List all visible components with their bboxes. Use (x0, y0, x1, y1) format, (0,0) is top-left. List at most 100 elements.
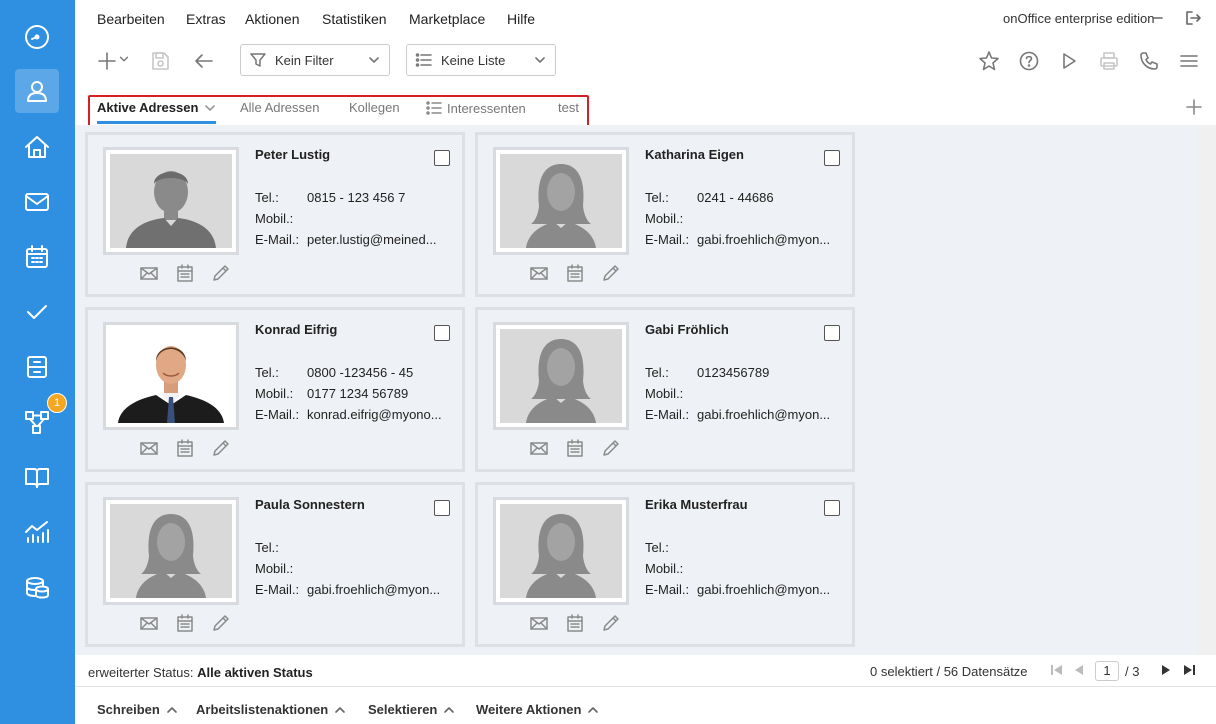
tel-value[interactable]: 0123456789 (697, 365, 837, 380)
mail-icon[interactable] (137, 611, 161, 635)
first-page-icon[interactable] (1050, 663, 1066, 679)
star-icon[interactable] (976, 48, 1002, 74)
contact-name[interactable]: Peter Lustig (255, 147, 330, 162)
tel-value[interactable]: 0241 - 44686 (697, 190, 837, 205)
select-checkbox[interactable] (824, 325, 840, 341)
select-checkbox[interactable] (824, 150, 840, 166)
mail-icon[interactable] (137, 261, 161, 285)
edit-icon[interactable] (209, 611, 233, 635)
filter-dropdown[interactable]: Kein Filter (240, 44, 390, 76)
mail-icon[interactable] (527, 261, 551, 285)
contact-name[interactable]: Katharina Eigen (645, 147, 744, 162)
edit-icon[interactable] (599, 261, 623, 285)
minimize-icon[interactable] (1148, 8, 1168, 28)
tab-alle-adressen[interactable]: Alle Adressen (240, 100, 320, 115)
list-value: Keine Liste (441, 52, 506, 68)
mail-icon[interactable] (527, 611, 551, 635)
email-value[interactable]: gabi.froehlich@myon... (697, 407, 837, 422)
mail-icon[interactable] (137, 436, 161, 460)
address-card[interactable]: Konrad Eifrig Tel.: 0800 -123456 - 45 Mob… (85, 307, 465, 472)
logout-icon[interactable] (1183, 8, 1203, 28)
properties-icon[interactable] (15, 125, 59, 169)
calendar-icon[interactable] (15, 235, 59, 279)
address-card[interactable]: Gabi Fröhlich Tel.: 0123456789 Mobil.: E-… (475, 307, 855, 472)
mobil-value[interactable]: 0177 1234 56789 (307, 386, 447, 401)
tasks-icon[interactable] (15, 290, 59, 334)
arbeitslistenaktionen-menu[interactable]: Arbeitslistenaktionen (196, 702, 346, 717)
email-value[interactable]: gabi.froehlich@myon... (697, 232, 837, 247)
menu-aktionen[interactable]: Aktionen (245, 11, 299, 27)
tab-interessenten[interactable]: Interessenten (426, 100, 526, 116)
next-page-icon[interactable] (1159, 663, 1175, 679)
hamburger-menu-icon[interactable] (1176, 48, 1202, 74)
email-value[interactable]: peter.lustig@meined... (307, 232, 447, 247)
address-card[interactable]: Erika Musterfrau Tel.: Mobil.: E-Mail.: g… (475, 482, 855, 647)
edit-icon[interactable] (209, 261, 233, 285)
photo-frame (103, 322, 239, 430)
email-value[interactable]: konrad.eifrig@myono... (307, 407, 447, 422)
tel-value[interactable]: 0815 - 123 456 7 (307, 190, 447, 205)
tab-test[interactable]: test (558, 100, 579, 115)
scrollbar[interactable] (1198, 125, 1216, 655)
edit-icon[interactable] (599, 436, 623, 460)
database-icon[interactable] (15, 565, 59, 609)
email-value[interactable]: gabi.froehlich@myon... (697, 582, 837, 597)
contact-name[interactable]: Paula Sonnestern (255, 497, 365, 512)
contact-name[interactable]: Gabi Fröhlich (645, 322, 729, 337)
menu-extras[interactable]: Extras (186, 11, 226, 27)
calendar-icon[interactable] (173, 611, 197, 635)
edit-icon[interactable] (209, 436, 233, 460)
print-icon[interactable] (1096, 48, 1122, 74)
process-icon[interactable]: 1 (15, 393, 67, 444)
last-page-icon[interactable] (1182, 663, 1198, 679)
menu-marketplace[interactable]: Marketplace (409, 11, 485, 27)
page-input[interactable]: 1 (1095, 661, 1119, 681)
contact-name[interactable]: Konrad Eifrig (255, 322, 337, 337)
calendar-icon[interactable] (173, 261, 197, 285)
mail-icon[interactable] (527, 436, 551, 460)
previous-page-icon[interactable] (1072, 663, 1088, 679)
calendar-icon[interactable] (563, 436, 587, 460)
edit-icon[interactable] (599, 611, 623, 635)
tel-value[interactable]: 0800 -123456 - 45 (307, 365, 447, 380)
menu-hilfe[interactable]: Hilfe (507, 11, 535, 27)
contact-name[interactable]: Erika Musterfrau (645, 497, 748, 512)
knowledge-icon[interactable] (15, 455, 59, 499)
calendar-icon[interactable] (563, 611, 587, 635)
email-icon[interactable] (15, 180, 59, 224)
add-tab-icon[interactable] (1185, 98, 1205, 118)
list-dropdown[interactable]: Keine Liste (406, 44, 556, 76)
tab-kollegen[interactable]: Kollegen (349, 100, 400, 115)
dashboard-icon[interactable] (15, 15, 59, 59)
extended-status[interactable]: erweiterter Status: Alle aktiven Status (88, 665, 313, 680)
selektieren-menu[interactable]: Selektieren (368, 702, 455, 717)
schreiben-menu[interactable]: Schreiben (97, 702, 178, 717)
select-checkbox[interactable] (824, 500, 840, 516)
select-checkbox[interactable] (434, 500, 450, 516)
add-chevron-icon[interactable] (117, 52, 131, 66)
menu-bearbeiten[interactable]: Bearbeiten (97, 11, 165, 27)
email-value[interactable]: gabi.froehlich@myon... (307, 582, 447, 597)
mobil-row: Mobil.: (255, 211, 447, 226)
files-icon[interactable] (15, 345, 59, 389)
address-card[interactable]: Paula Sonnestern Tel.: Mobil.: E-Mail.: g… (85, 482, 465, 647)
menu-statistiken[interactable]: Statistiken (322, 11, 387, 27)
address-card[interactable]: Peter Lustig Tel.: 0815 - 123 456 7 Mobil… (85, 132, 465, 297)
select-checkbox[interactable] (434, 150, 450, 166)
chevron-down-icon[interactable] (204, 102, 216, 114)
calendar-icon[interactable] (563, 261, 587, 285)
phone-icon[interactable] (1136, 48, 1162, 74)
play-icon[interactable] (1056, 48, 1082, 74)
back-icon[interactable] (191, 48, 217, 74)
addresses-icon[interactable] (15, 69, 59, 113)
address-card[interactable]: Katharina Eigen Tel.: 0241 - 44686 Mobil.… (475, 132, 855, 297)
status-value[interactable]: Alle aktiven Status (197, 665, 313, 680)
weitere-aktionen-menu[interactable]: Weitere Aktionen (476, 702, 599, 717)
statistics-icon[interactable] (15, 510, 59, 554)
help-icon[interactable] (1016, 48, 1042, 74)
tab-aktive-adressen[interactable]: Aktive Adressen (97, 100, 216, 115)
select-checkbox[interactable] (434, 325, 450, 341)
calendar-icon[interactable] (173, 436, 197, 460)
save-icon[interactable] (147, 48, 173, 74)
mobil-label: Mobil.: (255, 561, 294, 576)
